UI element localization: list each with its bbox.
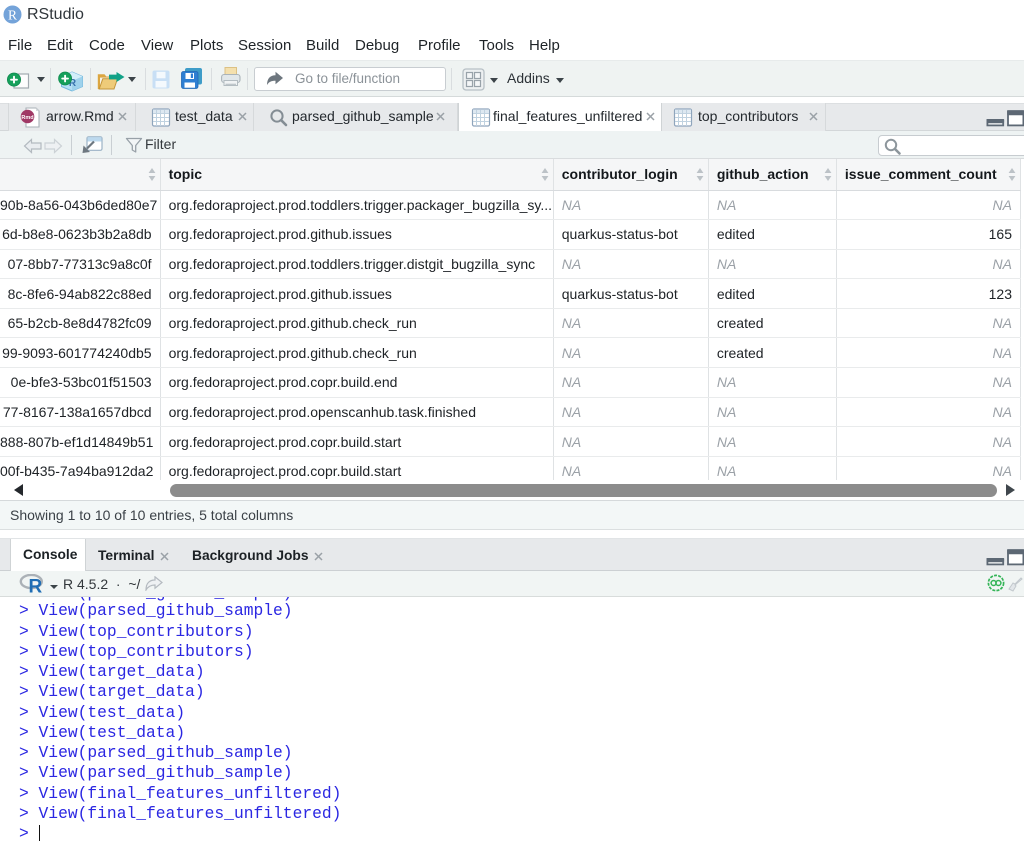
- svg-text:R: R: [29, 577, 43, 595]
- svg-text:Rmd: Rmd: [21, 115, 33, 121]
- svg-text:R: R: [8, 8, 17, 23]
